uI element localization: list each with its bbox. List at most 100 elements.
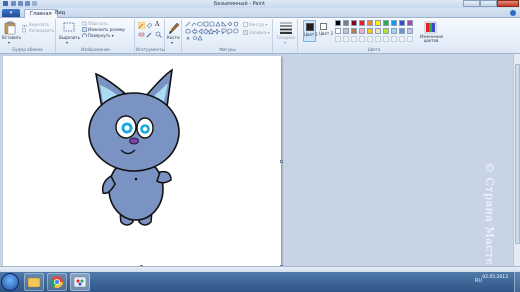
image-group-label: Изображение	[81, 47, 110, 52]
clock-date: 02.05.2013	[482, 275, 508, 280]
taskbar-paint[interactable]	[70, 273, 90, 291]
palette-color-swatch[interactable]	[359, 28, 365, 34]
brushes-dropdown-icon[interactable]: ▾	[171, 40, 173, 45]
palette-color-swatch[interactable]	[383, 20, 389, 26]
shapes-gallery[interactable]	[185, 21, 239, 43]
colors-group-label: Цвета	[367, 47, 381, 52]
color-palette	[335, 20, 417, 46]
file-menu-button[interactable]: ▾	[2, 9, 20, 17]
show-desktop-button[interactable]	[514, 272, 520, 292]
palette-color-swatch[interactable]	[359, 20, 365, 26]
close-button[interactable]	[497, 0, 519, 7]
copy-button[interactable]: Копировать	[29, 28, 54, 33]
help-icon[interactable]	[510, 10, 516, 16]
save-quick-icon[interactable]	[11, 1, 16, 6]
size-group: Толщина ▾	[274, 19, 298, 52]
palette-color-swatch[interactable]	[375, 20, 381, 26]
start-button[interactable]	[1, 273, 19, 291]
color1-label: Цвет 1	[304, 32, 319, 37]
fill-icon[interactable]	[146, 22, 153, 29]
custom-color-slot[interactable]	[399, 36, 405, 42]
custom-color-slot[interactable]	[407, 36, 413, 42]
redo-quick-icon[interactable]	[25, 1, 30, 6]
crop-button[interactable]: Обрезать	[88, 21, 108, 26]
undo-quick-icon[interactable]	[18, 1, 23, 6]
brush-icon[interactable]	[168, 21, 180, 34]
crop-icon	[82, 21, 87, 26]
color1-button[interactable]: Цвет 1	[303, 20, 319, 42]
color2-button[interactable]: Цвет 2	[319, 20, 333, 42]
palette-color-swatch[interactable]	[367, 20, 373, 26]
palette-color-swatch[interactable]	[391, 28, 397, 34]
custom-color-slot[interactable]	[335, 36, 341, 42]
pencil-icon[interactable]	[138, 22, 145, 29]
customize-quick-access-icon[interactable]	[32, 1, 37, 6]
color1-swatch	[306, 23, 314, 31]
rotate-button[interactable]: Повернуть ▾	[88, 33, 114, 38]
chrome-icon	[50, 276, 63, 289]
paint-app-icon[interactable]	[3, 1, 8, 6]
paste-button[interactable]: Вставить	[2, 35, 21, 40]
cat-right-arm	[156, 170, 172, 184]
outline-icon	[243, 22, 248, 27]
size-icon[interactable]	[279, 21, 293, 34]
edit-colors-icon[interactable]	[424, 21, 437, 34]
paste-dropdown-icon[interactable]: ▾	[8, 40, 10, 45]
palette-color-swatch[interactable]	[367, 28, 373, 34]
custom-color-slot[interactable]	[359, 36, 365, 42]
ribbon: Вставить ▾ Вырезать Копировать Буфер обм…	[0, 18, 520, 54]
resize-handle-right[interactable]	[280, 160, 283, 163]
vertical-scrollbar[interactable]	[513, 54, 520, 272]
custom-color-slot[interactable]	[391, 36, 397, 42]
palette-color-swatch[interactable]	[407, 28, 413, 34]
custom-color-slot[interactable]	[383, 36, 389, 42]
size-dropdown-icon[interactable]: ▾	[284, 40, 286, 45]
select-icon[interactable]	[63, 22, 75, 33]
custom-color-slot[interactable]	[343, 36, 349, 42]
language-indicator[interactable]: RU	[475, 278, 482, 284]
outline-button[interactable]: Контур ▾	[249, 22, 267, 27]
palette-color-swatch[interactable]	[399, 28, 405, 34]
taskbar-explorer[interactable]	[24, 273, 44, 291]
resize-icon	[82, 27, 87, 32]
scrollbar-thumb[interactable]	[515, 64, 520, 244]
palette-color-swatch[interactable]	[391, 20, 397, 26]
cut-button[interactable]: Вырезать	[29, 22, 49, 27]
palette-color-swatch[interactable]	[343, 28, 349, 34]
palette-color-swatch[interactable]	[343, 20, 349, 26]
edit-colors-button[interactable]: Изменение цветов	[420, 35, 443, 43]
drawing-canvas[interactable]	[3, 56, 281, 266]
palette-color-swatch[interactable]	[335, 20, 341, 26]
palette-color-swatch[interactable]	[351, 28, 357, 34]
taskbar-chrome[interactable]	[47, 273, 67, 291]
resize-button[interactable]: Изменить размер	[88, 27, 125, 32]
palette-color-swatch[interactable]	[375, 28, 381, 34]
custom-color-slot[interactable]	[375, 36, 381, 42]
folder-icon	[27, 277, 41, 288]
custom-color-slot[interactable]	[367, 36, 373, 42]
palette-color-swatch[interactable]	[399, 20, 405, 26]
fill-shape-button[interactable]: Заливка ▾	[249, 30, 270, 35]
brushes-button[interactable]: Кисти	[167, 35, 180, 40]
workspace: © Страна Мастеров	[0, 54, 520, 287]
palette-color-swatch[interactable]	[335, 28, 341, 34]
tab-view[interactable]: Вид	[50, 9, 70, 18]
cat-left-pupil-highlight	[124, 125, 130, 131]
text-tool-icon[interactable]: A	[155, 22, 159, 28]
magnifier-icon[interactable]	[155, 31, 162, 38]
paint-icon	[73, 276, 87, 288]
select-button[interactable]: Выделить	[59, 35, 80, 40]
tools-group: A Инструменты	[136, 19, 165, 52]
maximize-button[interactable]	[480, 0, 497, 7]
palette-color-swatch[interactable]	[351, 20, 357, 26]
custom-color-slot[interactable]	[351, 36, 357, 42]
window-title: Безымянный - Paint	[214, 1, 265, 7]
palette-color-swatch[interactable]	[383, 28, 389, 34]
palette-color-swatch[interactable]	[407, 20, 413, 26]
minimize-button[interactable]	[463, 0, 480, 7]
paste-icon[interactable]	[4, 21, 16, 35]
color-picker-icon[interactable]	[146, 31, 153, 38]
eraser-icon[interactable]	[138, 31, 145, 38]
clock[interactable]: 02.05.2013	[482, 275, 508, 281]
select-dropdown-icon[interactable]: ▾	[66, 40, 68, 45]
